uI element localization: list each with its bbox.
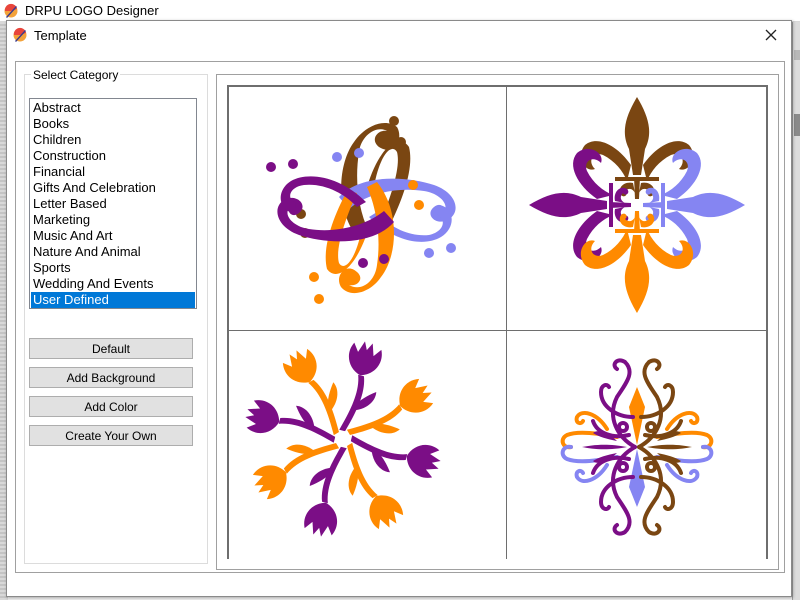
app-title: DRPU LOGO Designer: [25, 3, 159, 18]
scrollbar-arrow[interactable]: [794, 50, 800, 60]
default-button[interactable]: Default: [29, 338, 193, 359]
scrollbar-thumb[interactable]: [794, 114, 800, 136]
category-item-sports[interactable]: Sports: [31, 260, 195, 276]
fleur-de-lis-logo: [529, 97, 745, 313]
category-item-abstract[interactable]: Abstract: [31, 100, 195, 116]
category-item-music-art[interactable]: Music And Art: [31, 228, 195, 244]
create-your-own-button[interactable]: Create Your Own: [29, 425, 193, 446]
close-icon: [765, 29, 777, 41]
app-logo-icon: [12, 27, 28, 43]
template-cell-4[interactable]: [507, 331, 766, 561]
add-color-button[interactable]: Add Color: [29, 396, 193, 417]
close-button[interactable]: [757, 24, 785, 46]
grid-divider-vertical: [506, 87, 507, 557]
category-item-books[interactable]: Books: [31, 116, 195, 132]
category-item-letter-based[interactable]: Letter Based: [31, 196, 195, 212]
template-grid: [227, 85, 768, 561]
add-background-button[interactable]: Add Background: [29, 367, 193, 388]
template-preview-frame: [216, 74, 779, 570]
tulip-mandala-logo: [242, 338, 444, 540]
grid-divider-horizontal: [229, 330, 766, 331]
category-item-marketing[interactable]: Marketing: [31, 212, 195, 228]
dialog-title: Template: [34, 28, 87, 43]
category-groupbox: Select Category Abstract Books Children …: [24, 68, 208, 564]
template-cell-1[interactable]: [229, 87, 506, 330]
category-item-children[interactable]: Children: [31, 132, 195, 148]
app-scrollbar[interactable]: [792, 22, 800, 600]
category-legend: Select Category: [31, 68, 121, 82]
category-listbox[interactable]: Abstract Books Children Construction Fin…: [29, 98, 197, 309]
dialog-content-frame: Select Category Abstract Books Children …: [15, 61, 785, 573]
filigree-scroll-logo: [560, 358, 714, 536]
category-item-financial[interactable]: Financial: [31, 164, 195, 180]
category-item-gifts[interactable]: Gifts And Celebration: [31, 180, 195, 196]
dialog-titlebar: Template: [7, 21, 791, 49]
category-item-nature-animal[interactable]: Nature And Animal: [31, 244, 195, 260]
category-item-construction[interactable]: Construction: [31, 148, 195, 164]
swirl-clef-logo: [266, 116, 456, 304]
category-item-user-defined[interactable]: User Defined: [31, 292, 195, 308]
template-dialog: Template Select Category Abstract Books …: [6, 20, 792, 597]
app-logo-icon: [3, 3, 19, 19]
template-cell-2[interactable]: [507, 87, 766, 330]
template-cell-3[interactable]: [229, 331, 506, 561]
category-item-wedding-events[interactable]: Wedding And Events: [31, 276, 195, 292]
app-titlebar: DRPU LOGO Designer: [0, 0, 800, 22]
